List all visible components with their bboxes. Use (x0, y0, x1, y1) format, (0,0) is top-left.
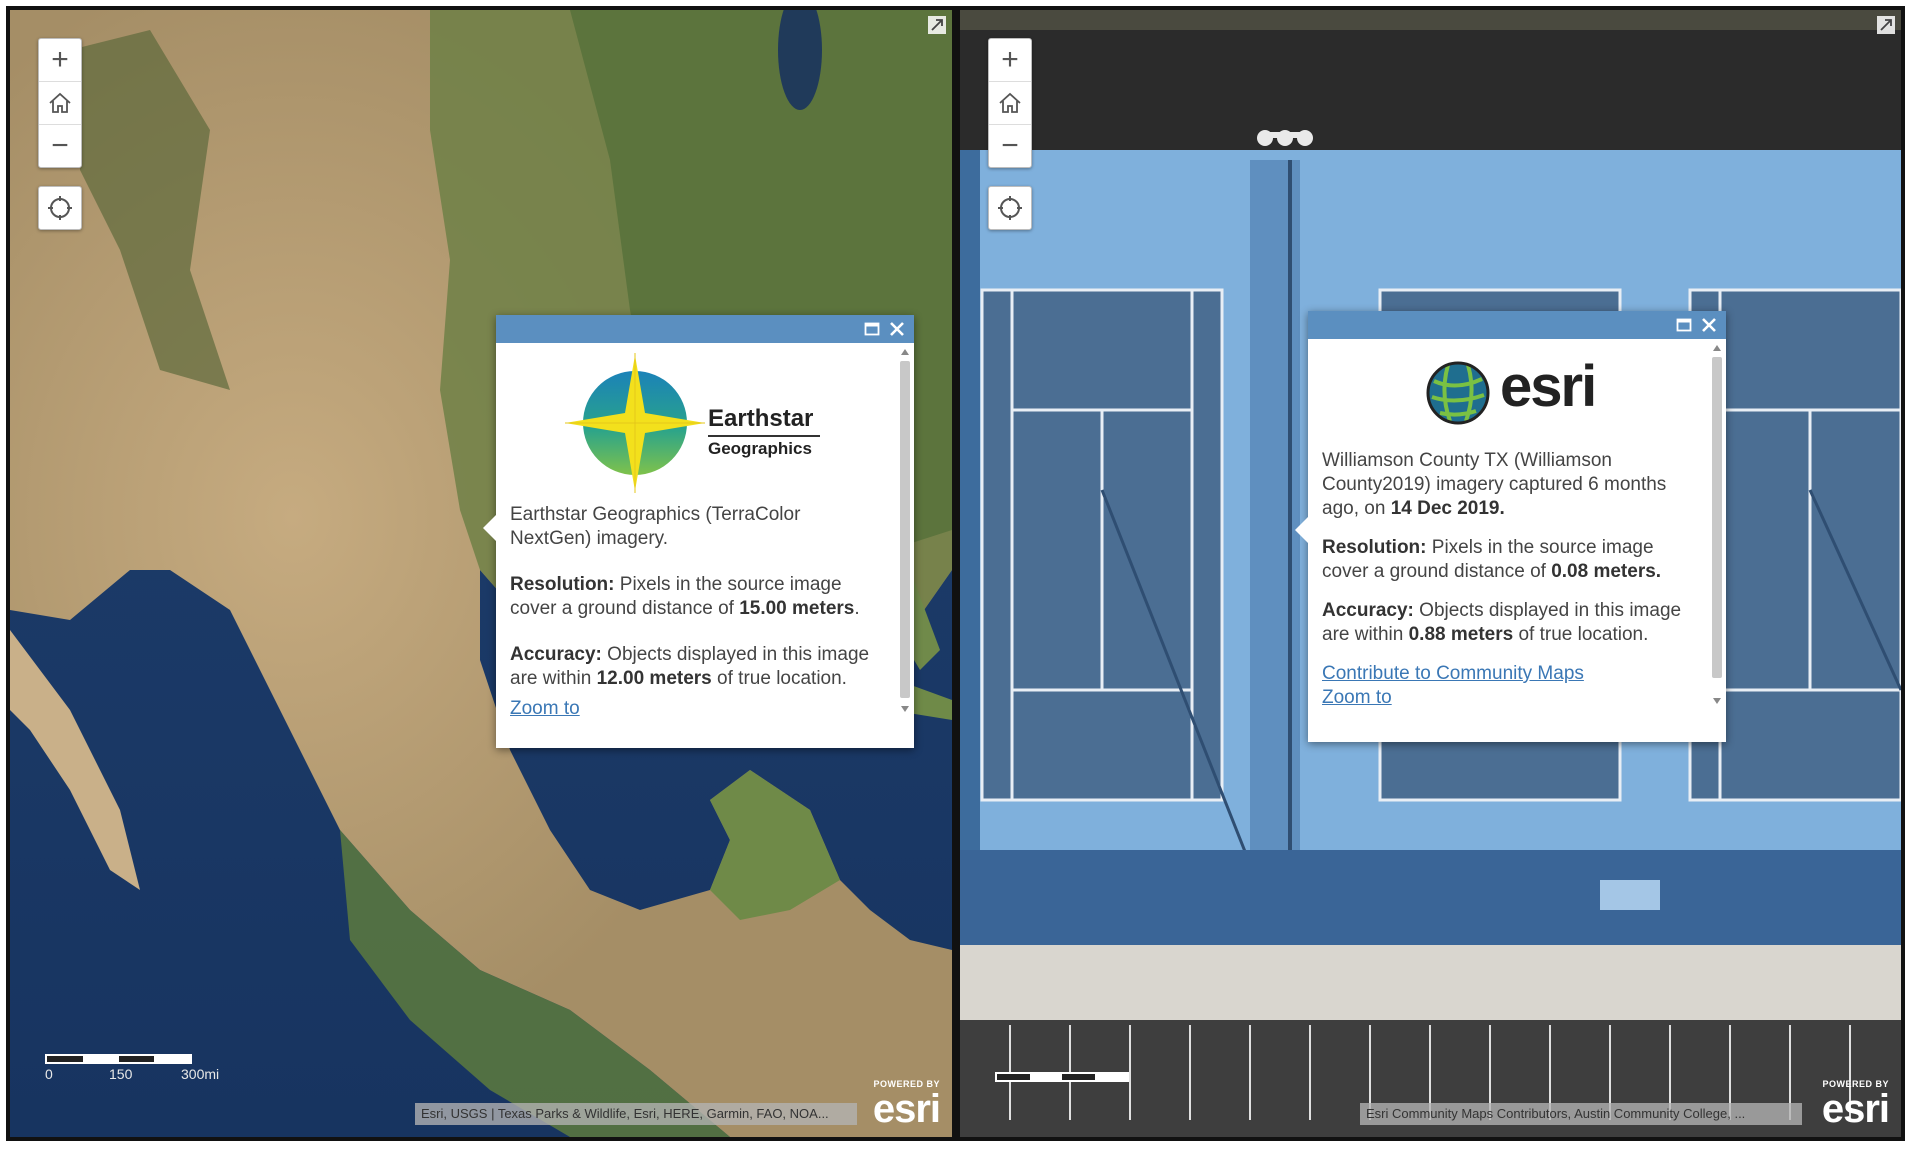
attribution-bar[interactable]: Esri, USGS | Texas Parks & Wildlife, Esr… (415, 1103, 857, 1125)
scale-label-0: 0 (45, 1066, 53, 1082)
earthstar-logo: Earthstar Geographics (510, 343, 884, 503)
esri-wordmark: esri (1821, 1087, 1890, 1131)
imagery-description: Earthstar Geographics (TerraColor NextGe… (510, 504, 801, 549)
accuracy-suffix: of true location. (1518, 624, 1649, 645)
popup-header (1308, 311, 1726, 339)
scroll-thumb[interactable] (1712, 357, 1722, 678)
split-map-view: + − Earthstar Geographics Earthstar Geog… (0, 0, 1911, 1154)
locate-button[interactable] (988, 186, 1032, 230)
popup-header (496, 315, 914, 343)
close-icon[interactable] (888, 320, 906, 338)
logo-line-1: Earthstar (708, 405, 814, 432)
esri-watermark[interactable]: POWERED BY esri (1805, 1079, 1890, 1131)
accuracy-value: 0.88 meters (1408, 624, 1514, 645)
logo-line-2: Geographics (708, 439, 812, 458)
scale-bar-graphic (45, 1054, 192, 1064)
right-map-panel[interactable]: + − esri Williamson County TX (Williamso… (956, 6, 1905, 1141)
scroll-thumb[interactable] (900, 361, 910, 698)
close-icon[interactable] (1700, 316, 1718, 334)
scroll-down-icon[interactable] (1713, 698, 1721, 704)
popup-pointer (1295, 517, 1308, 543)
popup-body: esri Williamson County TX (Williamson Co… (1308, 339, 1726, 742)
home-icon (999, 92, 1021, 113)
popup-scrollbar[interactable] (1711, 345, 1723, 704)
expand-icon (1880, 19, 1892, 31)
popup-pointer (483, 515, 496, 541)
scroll-down-icon[interactable] (901, 706, 909, 712)
resolution-value: 0.08 meters. (1551, 561, 1662, 582)
scale-label-300mi: 300mi (181, 1066, 220, 1082)
resolution-label: Resolution: (510, 574, 615, 595)
zoom-to-link[interactable]: Zoom to (1322, 686, 1696, 710)
attribution-bar[interactable]: Esri Community Maps Contributors, Austin… (1360, 1103, 1802, 1125)
expand-icon (931, 19, 943, 31)
maximize-icon[interactable] (864, 321, 880, 337)
accuracy-suffix: of true location. (717, 668, 847, 689)
popup-scrollbar[interactable] (899, 349, 911, 712)
capture-date: 14 Dec 2019. (1390, 498, 1505, 519)
resolution-text: Resolution: Pixels in the source image c… (1322, 536, 1696, 584)
esri-logo: esri (1322, 339, 1696, 449)
scale-bar: 0 150 300mi (45, 1054, 219, 1082)
home-button[interactable] (989, 82, 1031, 125)
contribute-link[interactable]: Contribute to Community Maps (1322, 662, 1696, 686)
esri-watermark[interactable]: POWERED BY esri (856, 1079, 941, 1131)
zoom-control: + − (38, 38, 82, 168)
resolution-text: Resolution: Pixels in the source image c… (510, 574, 860, 619)
esri-logo-text: esri (1500, 354, 1597, 419)
zoom-in-button[interactable]: + (989, 39, 1031, 82)
home-icon (49, 92, 71, 113)
esri-wordmark: esri (872, 1087, 941, 1131)
locate-icon (48, 196, 72, 220)
scroll-up-icon[interactable] (901, 349, 909, 355)
accuracy-value: 12.00 meters (596, 668, 712, 689)
zoom-out-button[interactable]: − (989, 125, 1031, 167)
zoom-in-button[interactable]: + (39, 39, 81, 82)
scale-label-150: 150 (109, 1066, 133, 1082)
imagery-description: Williamson County TX (Williamson County2… (1322, 449, 1696, 521)
scale-labels: 0 150 300mi (45, 1064, 219, 1082)
zoom-control: + − (988, 38, 1032, 168)
maximize-icon[interactable] (1676, 317, 1692, 333)
expand-button[interactable] (928, 16, 946, 34)
home-button[interactable] (39, 82, 81, 125)
locate-button[interactable] (38, 186, 82, 230)
accuracy-text: Accuracy: Objects displayed in this imag… (510, 643, 884, 691)
esri-globe-icon (1426, 361, 1490, 425)
locate-icon (998, 196, 1022, 220)
popup-body: Earthstar Geographics Earthstar Geograph… (496, 343, 914, 748)
expand-button[interactable] (1877, 16, 1895, 34)
resolution-value: 15.00 meters (739, 598, 855, 619)
zoom-out-button[interactable]: − (39, 125, 81, 167)
scale-bar (995, 1072, 1129, 1082)
zoom-to-link[interactable]: Zoom to (510, 697, 884, 721)
imagery-info-popup: Earthstar Geographics Earthstar Geograph… (483, 315, 914, 748)
scroll-up-icon[interactable] (1713, 345, 1721, 351)
accuracy-label: Accuracy: (1322, 600, 1414, 621)
left-map-panel[interactable]: + − Earthstar Geographics Earthstar Geog… (6, 6, 956, 1141)
scale-bar-graphic (995, 1072, 1129, 1082)
accuracy-text: Accuracy: Objects displayed in this imag… (1322, 599, 1696, 647)
resolution-label: Resolution: (1322, 537, 1427, 558)
logo-rule (708, 435, 820, 437)
imagery-info-popup: esri Williamson County TX (Williamson Co… (1295, 311, 1726, 742)
accuracy-label: Accuracy: (510, 644, 602, 665)
